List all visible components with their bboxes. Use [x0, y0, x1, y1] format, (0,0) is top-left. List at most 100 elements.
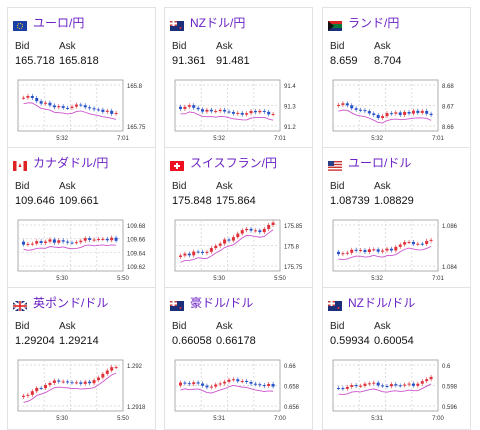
candle [337, 104, 340, 106]
pair-title[interactable]: 豪ドル/ドル [190, 294, 253, 311]
candle [425, 110, 429, 114]
candle [376, 382, 380, 386]
y-tick-label: 109.68 [127, 224, 146, 230]
card-header[interactable]: 豪ドル/ドル [170, 294, 253, 311]
candle [240, 112, 244, 115]
price-chart: 0.6 0.598 0.596 5:31 7:00 [332, 359, 458, 422]
x-tick-label: 5:50 [274, 276, 286, 282]
nz-flag-icon [328, 298, 342, 311]
candle [183, 106, 187, 109]
candle [385, 113, 389, 117]
bid-value: 0.59934 [330, 335, 370, 347]
candle [403, 111, 407, 115]
pair-title[interactable]: 英ポンド/ドル [33, 294, 108, 311]
card-header[interactable]: ランド/円 [328, 14, 399, 31]
ask-value: 1.08829 [374, 195, 414, 207]
y-tick-label: 8.68 [442, 84, 454, 90]
candle [350, 385, 354, 387]
y-tick-label: 165.8 [127, 84, 143, 90]
candle [403, 384, 407, 386]
bid-label: Bid [330, 41, 345, 52]
ask-label: Ask [59, 181, 76, 192]
card-header[interactable]: NZドル/円 [170, 14, 245, 31]
candle [30, 95, 34, 98]
candle [79, 382, 83, 384]
pair-title[interactable]: ユーロ/ドル [348, 154, 411, 171]
rate-card[interactable]: ユーロ/ドル Bid Ask 1.08739 1.08829 1.086 1.084 5:32… [322, 147, 471, 290]
candle [192, 105, 196, 108]
pair-title[interactable]: NZドル/ドル [348, 294, 415, 311]
candle [240, 380, 244, 382]
x-tick-label: 5:32 [371, 136, 383, 142]
za-flag-icon [328, 18, 342, 31]
ca-flag-icon [13, 158, 27, 171]
y-tick-label: 0.6 [442, 364, 451, 370]
candle [354, 108, 358, 110]
candle [52, 380, 56, 383]
candle [22, 241, 25, 245]
candle [429, 113, 433, 116]
ask-value: 0.66178 [216, 335, 256, 347]
candle [196, 251, 200, 253]
candle [35, 241, 39, 244]
candle [267, 111, 271, 115]
candle [359, 385, 363, 387]
pair-title[interactable]: NZドル/円 [190, 14, 245, 31]
candle [48, 102, 52, 106]
candle [227, 111, 231, 113]
candle [236, 379, 240, 382]
pair-title[interactable]: ランド/円 [348, 14, 399, 31]
candle [52, 105, 56, 108]
candle [363, 250, 367, 253]
rate-card[interactable]: NZドル/円 Bid Ask 91.361 91.481 91.4 91.3 91.2 5:32… [164, 7, 313, 150]
ask-label: Ask [59, 321, 76, 332]
rate-card[interactable]: 豪ドル/ドル Bid Ask 0.66058 0.66178 0.66 0.658 0.656… [164, 287, 313, 430]
pair-title[interactable]: スイスフラン/円 [190, 154, 277, 171]
y-tick-label: 109.64 [127, 251, 146, 257]
y-tick-label: 175.8 [284, 245, 300, 251]
y-tick-label: 8.67 [442, 105, 454, 111]
rate-card[interactable]: スイスフラン/円 Bid Ask 175.848 175.864 175.85 175.8 1… [164, 147, 313, 290]
us-flag-icon [328, 158, 342, 171]
x-tick-label: 5:32 [371, 276, 383, 282]
y-tick-label: 1.2918 [127, 405, 146, 411]
candle [218, 243, 222, 246]
candle [218, 109, 222, 112]
candle [407, 241, 411, 243]
rate-card[interactable]: カナダドル/円 Bid Ask 109.646 109.661 109.68 109.66 1… [7, 147, 156, 290]
pair-title[interactable]: ユーロ/円 [33, 14, 84, 31]
card-header[interactable]: ユーロ/円 [13, 14, 84, 31]
candle [101, 373, 105, 378]
rate-card[interactable]: ランド/円 Bid Ask 8.659 8.704 8.68 8.67 8.66 5:32 7:0… [322, 7, 471, 150]
card-header[interactable]: カナダドル/円 [13, 154, 108, 171]
candle [372, 249, 376, 251]
candle [201, 383, 205, 386]
candle [83, 105, 87, 108]
candle [262, 385, 266, 387]
candle [79, 240, 83, 243]
candle [110, 367, 114, 371]
candle [231, 111, 235, 114]
candle [101, 238, 105, 240]
candle [262, 228, 266, 233]
pair-title[interactable]: カナダドル/円 [33, 154, 108, 171]
candle [66, 107, 70, 109]
candle [350, 105, 354, 109]
candle [88, 238, 92, 241]
candle [345, 386, 349, 389]
rate-card[interactable]: 英ポンド/ドル Bid Ask 1.29204 1.29214 1.292 1.2918 5:… [7, 287, 156, 430]
card-header[interactable]: 英ポンド/ドル [12, 294, 108, 312]
x-tick-label: 5:32 [213, 136, 225, 142]
candle [183, 253, 187, 256]
card-header[interactable]: NZドル/ドル [328, 294, 415, 311]
candle [52, 239, 56, 243]
candle [44, 241, 48, 243]
rate-card[interactable]: NZドル/ドル Bid Ask 0.59934 0.60054 0.6 0.598 0.596… [322, 287, 471, 430]
candle [385, 248, 389, 251]
candle [74, 104, 78, 107]
candle [61, 381, 65, 383]
candle [209, 248, 213, 252]
card-header[interactable]: ユーロ/ドル [328, 154, 411, 171]
card-header[interactable]: スイスフラン/円 [170, 154, 277, 171]
rate-card[interactable]: ユーロ/円 Bid Ask 165.718 165.818 165.8 165.75 5:32… [7, 7, 156, 150]
